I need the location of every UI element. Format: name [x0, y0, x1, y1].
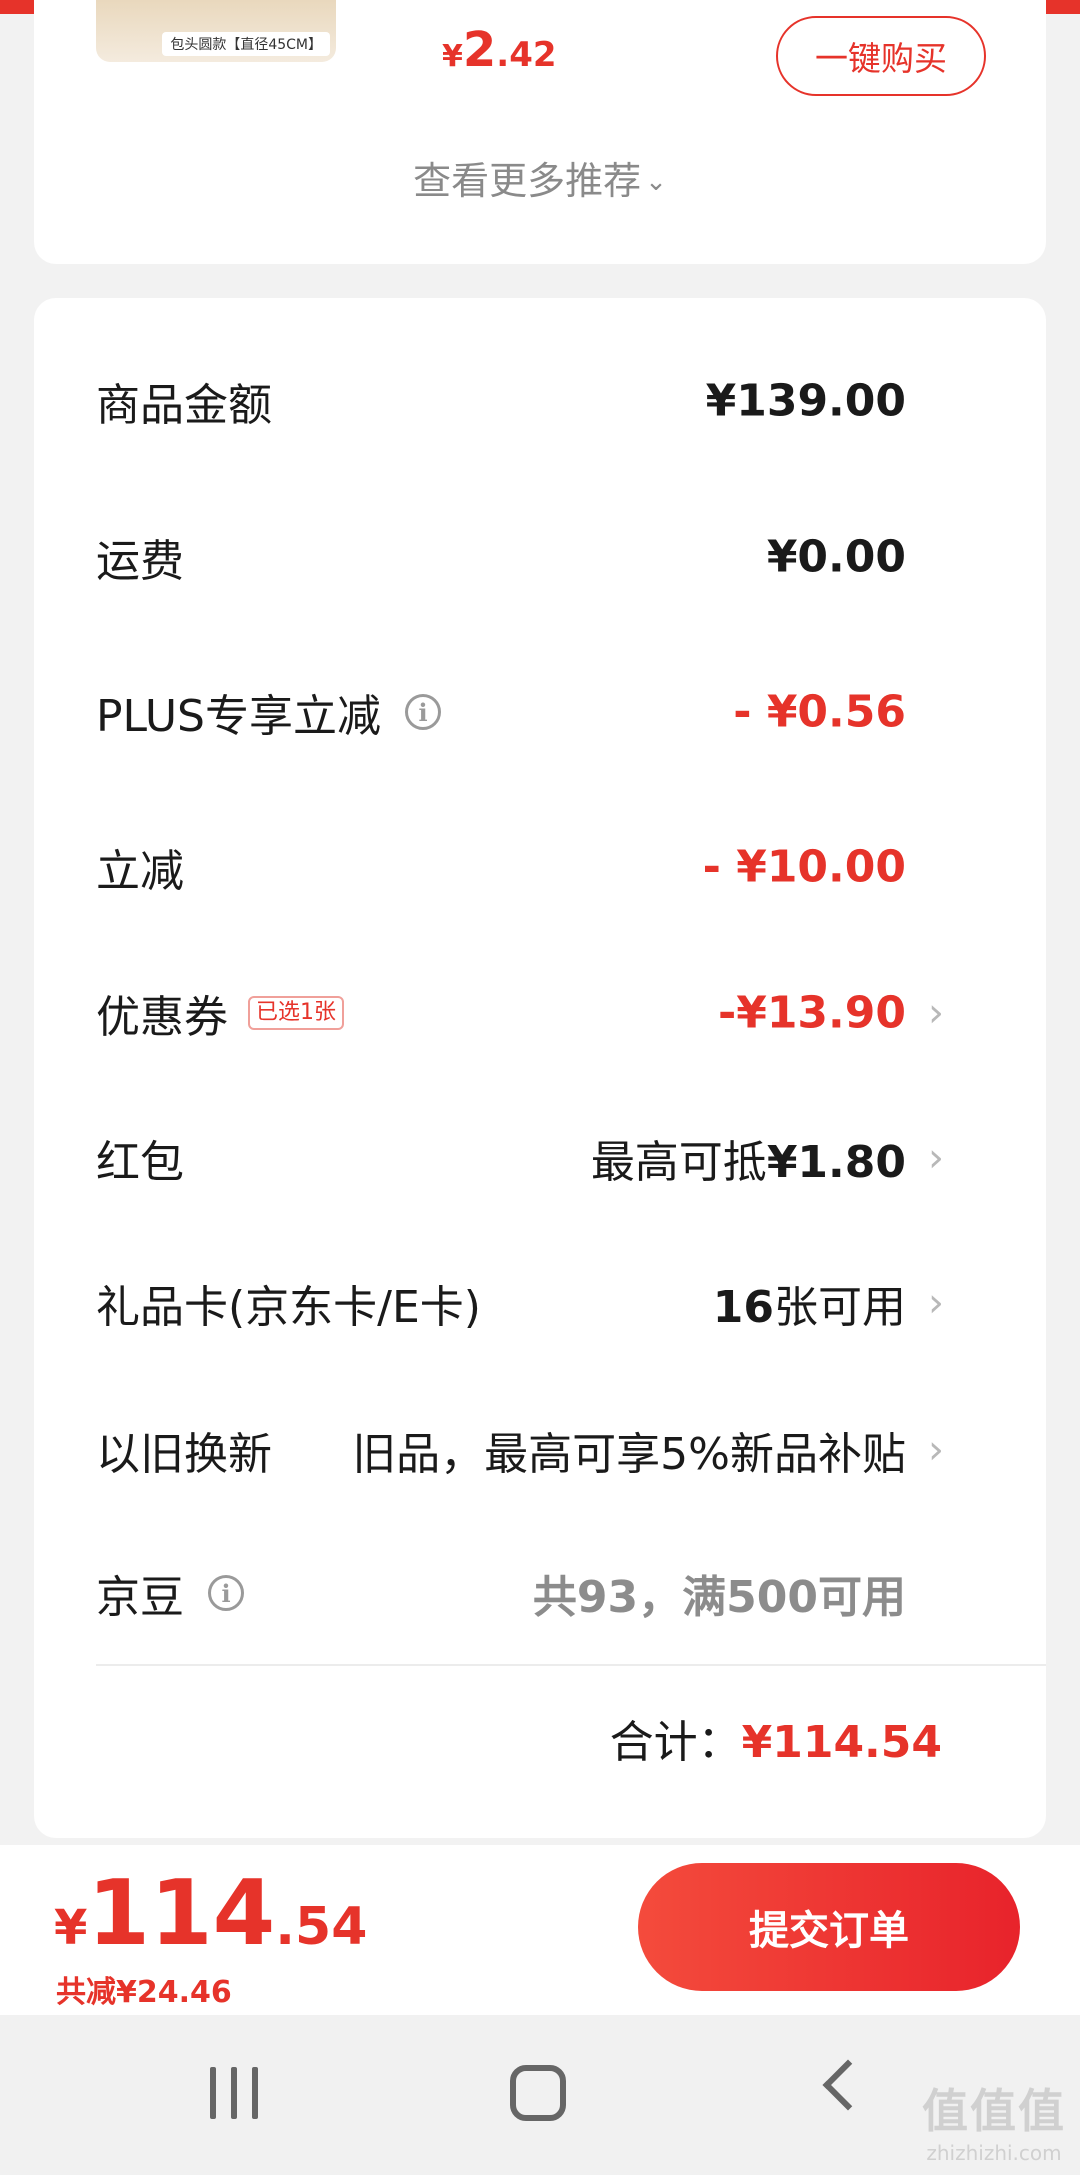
row-value: 旧品，最高可享5%新品补贴 — [352, 1429, 906, 1480]
watermark-url: zhizhizhi.com — [926, 2141, 1062, 2165]
info-icon[interactable]: i — [208, 1575, 244, 1611]
row-value-text: 张可用 — [774, 1282, 906, 1333]
total-label: 合计： — [609, 1717, 742, 1768]
more-recommendations-label: 查看更多推荐 — [413, 159, 642, 203]
chevron-right-icon: › — [928, 1135, 944, 1181]
price-currency: ¥ — [442, 39, 463, 74]
row-value: - ¥0.56 — [733, 686, 906, 738]
chevron-right-icon: › — [928, 1280, 944, 1326]
row-label: 运费 — [96, 536, 184, 587]
row-value: - ¥10.00 — [702, 841, 906, 893]
info-icon[interactable]: i — [405, 694, 441, 730]
row-label: 红包 — [96, 1137, 184, 1188]
row-label: PLUS专享立减 i — [96, 680, 441, 744]
thumbnail-label: 包头圆款【直径45CM】 — [162, 32, 330, 56]
row-label-text: 京豆 — [96, 1572, 184, 1623]
chevron-down-icon: ⌄ — [645, 167, 667, 197]
row-value-count: 16 — [712, 1282, 774, 1333]
price-integer: 114 — [87, 1861, 276, 1966]
row-label: 商品金额 — [96, 380, 272, 431]
row-label-text: PLUS专享立减 — [96, 691, 381, 742]
row-label: 京豆 i — [96, 1561, 244, 1625]
recommendation-card: 包头圆款【直径45CM】 ¥2.42 一键购买 查看更多推荐 ⌄ — [34, 0, 1046, 264]
summary-row-instant-discount: 立减 - ¥10.00 — [96, 812, 1010, 922]
divider — [96, 1664, 1046, 1666]
home-icon[interactable] — [510, 2065, 566, 2121]
total-saved: 共减¥24.46 — [56, 1975, 232, 2010]
row-label: 立减 — [96, 846, 184, 897]
summary-row-plus-discount: PLUS专享立减 i - ¥0.56 — [96, 657, 1010, 767]
price-decimal: .42 — [496, 35, 557, 75]
row-label: 礼品卡(京东卡/E卡) — [96, 1282, 481, 1333]
summary-row-trade-in[interactable]: 以旧换新 旧品，最高可享5%新品补贴 › — [96, 1395, 1010, 1505]
row-label: 优惠券 已选1张 — [96, 981, 344, 1045]
price-currency: ¥ — [54, 1900, 88, 1956]
chevron-right-icon: › — [928, 1427, 944, 1473]
row-value: 共93，满500可用 — [532, 1572, 906, 1623]
row-value-prefix: 最高可抵 — [590, 1137, 767, 1188]
price-decimal: .54 — [275, 1897, 368, 1957]
watermark-logo: 值值值 — [922, 2084, 1066, 2138]
watermark: 值值值 zhizhizhi.com — [922, 2075, 1066, 2165]
checkout-bar: ¥114.54 共减¥24.46 提交订单 — [0, 1845, 1080, 2015]
row-value-amount: ¥1.80 — [766, 1137, 906, 1188]
summary-row-gift-card[interactable]: 礼品卡(京东卡/E卡) 16张可用 › — [96, 1248, 1010, 1358]
price-integer: 2 — [462, 22, 497, 78]
total-value: ¥114.54 — [741, 1717, 942, 1768]
row-value: -¥13.90 — [717, 987, 906, 1039]
row-value: ¥0.00 — [766, 531, 906, 583]
product-thumbnail[interactable]: 包头圆款【直径45CM】 — [96, 0, 336, 62]
row-value: ¥139.00 — [705, 375, 906, 427]
payable-price: ¥114.54 — [54, 1861, 367, 1966]
recent-apps-icon[interactable] — [210, 2067, 258, 2119]
summary-total: 合计：¥114.54 — [610, 1706, 942, 1770]
summary-row-red-packet[interactable]: 红包 最高可抵¥1.80 › — [96, 1103, 1010, 1213]
coupon-selected-badge: 已选1张 — [248, 995, 344, 1031]
more-recommendations-link[interactable]: 查看更多推荐 ⌄ — [34, 150, 1046, 205]
summary-row-shipping: 运费 ¥0.00 — [96, 502, 1010, 612]
summary-row-coupon[interactable]: 优惠券 已选1张 -¥13.90 › — [96, 958, 1010, 1068]
recommended-price: ¥2.42 — [442, 22, 557, 78]
row-label-text: 优惠券 — [96, 992, 228, 1043]
row-value: 16张可用 — [713, 1271, 906, 1335]
summary-row-jd-beans: 京豆 i 共93，满500可用 — [96, 1538, 1010, 1648]
summary-row-goods-amount: 商品金额 ¥139.00 — [96, 346, 1010, 456]
system-navigation-bar: 值值值 zhizhizhi.com — [0, 2015, 1080, 2175]
order-summary-card: 商品金额 ¥139.00 运费 ¥0.00 PLUS专享立减 i - ¥0.56… — [34, 298, 1046, 1838]
chevron-right-icon: › — [928, 990, 944, 1036]
submit-order-button[interactable]: 提交订单 — [638, 1863, 1020, 1991]
back-icon[interactable] — [822, 2059, 874, 2111]
row-label: 以旧换新 — [96, 1429, 272, 1480]
one-click-buy-button[interactable]: 一键购买 — [776, 16, 986, 96]
row-value: 最高可抵¥1.80 — [591, 1126, 906, 1190]
